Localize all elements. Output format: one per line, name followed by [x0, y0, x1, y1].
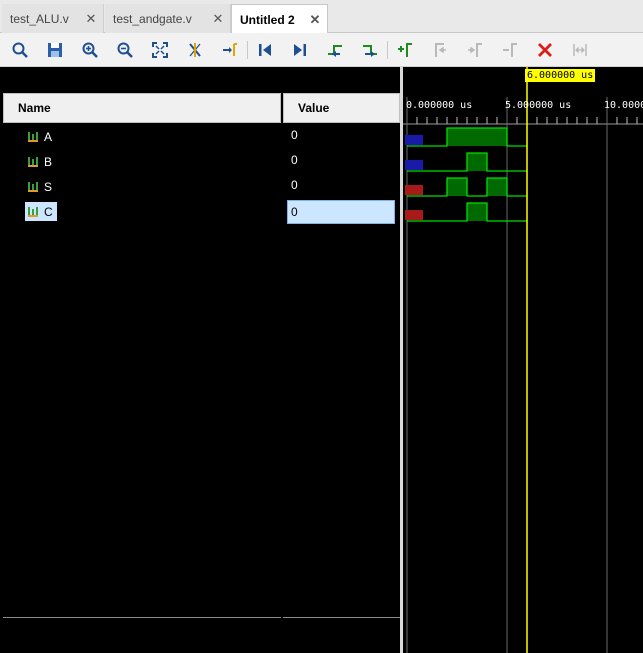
- initial-value-marker: [405, 160, 423, 170]
- high-level-fill: [447, 128, 507, 146]
- tab-test-andgate[interactable]: test_andgate.v ✕: [105, 4, 231, 33]
- signal-row-c[interactable]: C: [3, 199, 281, 224]
- zoom-out-icon[interactable]: [114, 39, 136, 61]
- signal-value: 0: [287, 200, 395, 224]
- cursor-time-label[interactable]: 6.000000 us: [525, 69, 596, 82]
- value-column-header[interactable]: Value: [283, 93, 400, 123]
- signal-waveform: [407, 152, 527, 172]
- close-icon[interactable]: ✕: [307, 12, 323, 28]
- search-icon[interactable]: [9, 39, 31, 61]
- high-level-fill: [467, 203, 487, 221]
- tab-label: test_ALU.v: [10, 11, 69, 26]
- value-row-c[interactable]: 0: [283, 199, 400, 224]
- signal-icon: [28, 156, 38, 167]
- go-to-start-icon[interactable]: [254, 39, 276, 61]
- signal-name: C: [44, 204, 53, 219]
- previous-marker-icon: [429, 39, 451, 61]
- go-to-end-icon[interactable]: [289, 39, 311, 61]
- value-row-b[interactable]: 0: [283, 149, 400, 174]
- delete-icon[interactable]: [534, 39, 556, 61]
- signal-value: 0: [291, 178, 298, 192]
- snap-icon: [569, 39, 591, 61]
- editor-tab-bar: test_ALU.v ✕ test_andgate.v ✕ Untitled 2…: [0, 0, 643, 34]
- name-pane-footer: [3, 617, 281, 653]
- go-to-cursor-icon[interactable]: [219, 39, 241, 61]
- value-row-a[interactable]: 0: [283, 124, 400, 149]
- zoom-fit-icon[interactable]: [149, 39, 171, 61]
- signal-name: B: [44, 154, 53, 169]
- tab-label: test_andgate.v: [113, 11, 192, 26]
- initial-value-marker: [405, 135, 423, 145]
- tab-test-alu[interactable]: test_ALU.v ✕: [2, 4, 104, 33]
- zoom-in-icon[interactable]: [79, 39, 101, 61]
- name-column-header[interactable]: Name: [3, 93, 281, 123]
- signal-row-s[interactable]: S: [3, 174, 281, 199]
- signal-name-cell[interactable]: A: [25, 127, 56, 146]
- waveform-canvas[interactable]: [403, 67, 643, 653]
- next-transition-icon[interactable]: [359, 39, 381, 61]
- signal-row-b[interactable]: B: [3, 149, 281, 174]
- previous-transition-icon[interactable]: [324, 39, 346, 61]
- tab-label: Untitled 2: [240, 12, 295, 27]
- signal-name-pane: Name A B S C: [3, 67, 281, 653]
- signal-name-cell[interactable]: B: [25, 152, 56, 171]
- signal-row-a[interactable]: A: [3, 124, 281, 149]
- signal-icon: [28, 131, 38, 142]
- swap-cursors-icon: [499, 39, 521, 61]
- high-level-fill: [467, 153, 487, 171]
- close-icon[interactable]: ✕: [83, 11, 99, 27]
- signal-value: 0: [291, 153, 298, 167]
- tab-untitled-2[interactable]: Untitled 2 ✕: [231, 4, 328, 34]
- waveform-toolbar: [0, 33, 643, 67]
- close-icon[interactable]: ✕: [210, 11, 226, 27]
- signal-name-cell[interactable]: S: [25, 177, 56, 196]
- value-row-s[interactable]: 0: [283, 174, 400, 199]
- next-marker-icon: [464, 39, 486, 61]
- signal-name: A: [44, 129, 53, 144]
- value-pane-footer: [283, 617, 400, 653]
- signal-name: S: [44, 179, 53, 194]
- signal-waveform: [407, 202, 527, 222]
- signal-icon: [28, 181, 38, 192]
- signal-waveform: [407, 177, 527, 197]
- time-tick-label: 0.000000 us: [406, 100, 473, 111]
- high-level-fill: [487, 178, 507, 196]
- initial-value-marker: [405, 210, 423, 220]
- waveform-pane[interactable]: 0.000000 us 5.000000 us 10.000000 us 6.0…: [403, 67, 643, 653]
- time-tick-label: 10.000000 us: [604, 100, 643, 111]
- signal-value: 0: [291, 128, 298, 142]
- signal-icon: [28, 206, 38, 217]
- initial-value-marker: [405, 185, 423, 195]
- signal-name-cell[interactable]: C: [25, 202, 57, 221]
- high-level-fill: [447, 178, 467, 196]
- signal-value-pane: Value 0 0 0 0: [283, 67, 400, 653]
- save-icon[interactable]: [44, 39, 66, 61]
- cursor-icon[interactable]: [184, 39, 206, 61]
- add-marker-icon[interactable]: [394, 39, 416, 61]
- time-tick-label: 5.000000 us: [505, 100, 572, 111]
